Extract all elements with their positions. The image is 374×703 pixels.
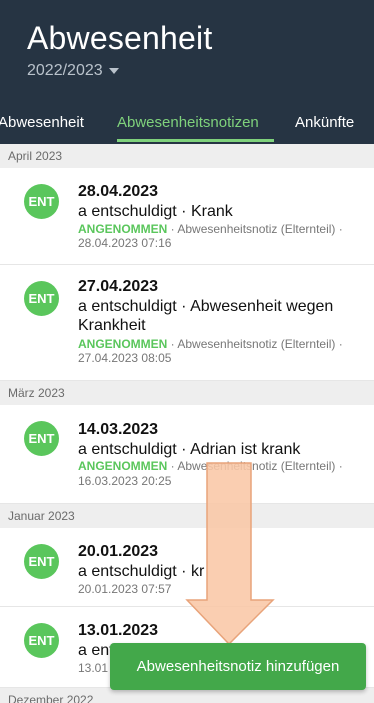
- item-description: a entschuldigt · Adrian ist krank: [78, 441, 301, 458]
- avatar: ENT: [24, 421, 59, 456]
- item-type: · Abwesenheitsnotiz (Elternteil) ·: [167, 222, 343, 236]
- item-date: 28.04.2023: [78, 183, 159, 200]
- tab-bar: Abwesenheit Abwesenheitsnotizen Ankünfte: [0, 108, 374, 144]
- active-tab-indicator: [117, 139, 274, 142]
- item-date: 20.01.2023: [78, 543, 159, 560]
- item-timestamp: 27.04.2023 08:05: [78, 351, 172, 365]
- down-arrow-icon: [185, 462, 275, 646]
- tab-abwesenheitsnotizen[interactable]: Abwesenheitsnotizen: [117, 114, 259, 131]
- item-meta: ANGENOMMEN · Abwesenheitsnotiz (Elternte…: [78, 337, 370, 351]
- status-badge: ANGENOMMEN: [78, 459, 168, 473]
- status-badge: ANGENOMMEN: [78, 337, 168, 351]
- item-type: · Abwesenheitsnotiz (Elternteil) ·: [167, 337, 343, 351]
- item-description: a entschuldigt · Abwesenheit wegen Krank…: [78, 298, 334, 334]
- add-absence-note-button[interactable]: Abwesenheitsnotiz hinzufügen: [110, 643, 366, 690]
- avatar: ENT: [24, 281, 59, 316]
- avatar: ENT: [24, 623, 59, 658]
- section-header: März 2023: [0, 381, 374, 405]
- avatar: ENT: [24, 184, 59, 219]
- section-header: Dezember 2022: [0, 688, 374, 703]
- status-badge: ANGENOMMEN: [78, 222, 168, 236]
- app-header: Abwesenheit 2022/2023 Abwesenheit Abwese…: [0, 0, 374, 144]
- tab-ankuenfte[interactable]: Ankünfte: [295, 114, 354, 131]
- dropdown-caret-icon: [108, 68, 119, 74]
- item-description: a entschuldigt · Krank: [78, 203, 233, 220]
- tab-abwesenheit[interactable]: Abwesenheit: [0, 114, 84, 131]
- item-date: 27.04.2023: [78, 278, 159, 295]
- section-header: April 2023: [0, 144, 374, 168]
- school-year-value: 2022/2023: [27, 62, 103, 79]
- item-date: 13.01.2023: [78, 622, 159, 639]
- item-date: 14.03.2023: [78, 421, 159, 438]
- school-year-dropdown[interactable]: 2022/2023: [27, 62, 119, 80]
- list-item[interactable]: ENT 27.04.2023 a entschuldigt · Abwesenh…: [0, 265, 374, 381]
- page-title: Abwesenheit: [27, 20, 213, 56]
- list-item[interactable]: ENT 28.04.2023 a entschuldigt · Krank AN…: [0, 168, 374, 265]
- avatar: ENT: [24, 544, 59, 579]
- item-timestamp: 28.04.2023 07:16: [78, 236, 172, 250]
- item-meta: ANGENOMMEN · Abwesenheitsnotiz (Elternte…: [78, 222, 370, 236]
